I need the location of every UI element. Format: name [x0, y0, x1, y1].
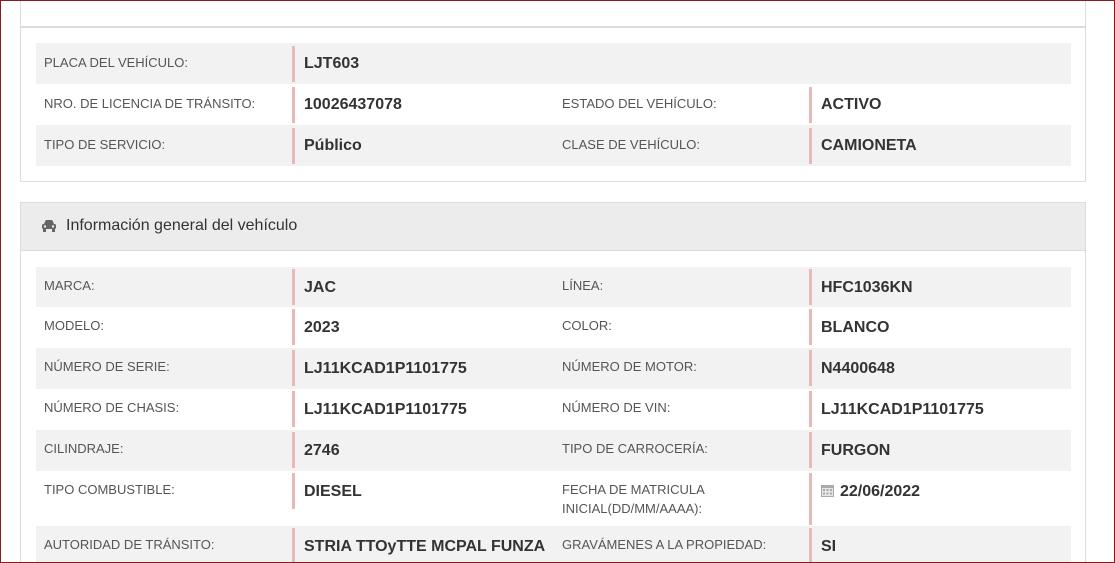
body-type-label: TIPO DE CARROCERÍA: [562, 441, 708, 456]
registration-date-field: 22/06/2022 [809, 473, 920, 525]
serial-number-label: NÚMERO DE SERIE: [44, 359, 170, 374]
engine-number-label: NÚMERO DE MOTOR: [562, 359, 697, 374]
license-label: NRO. DE LICENCIA DE TRÁNSITO: [44, 96, 256, 111]
table-row: TIPO DE SERVICIO: Público CLASE DE VEHÍC… [36, 125, 1071, 166]
calendar-icon [821, 485, 834, 497]
displacement-label: CILINDRAJE: [44, 441, 124, 456]
liens-value: SI [809, 528, 836, 562]
color-label: COLOR: [562, 318, 612, 333]
table-row: NÚMERO DE SERIE: LJ11KCAD1P1101775 NÚMER… [36, 348, 1071, 389]
table-row: AUTORIDAD DE TRÁNSITO: STRIA TTOyTTE MCP… [36, 526, 1071, 562]
model-value: 2023 [292, 309, 340, 345]
table-row: TIPO COMBUSTIBLE: DIESEL FECHA DE MATRIC… [36, 471, 1071, 526]
table-row: MODELO: 2023 COLOR: BLANCO [36, 307, 1071, 348]
table-row: PLACA DEL VEHÍCULO: LJT603 [36, 43, 1071, 84]
table-row: MARCA: JAC LÍNEA: HFC1036KN [36, 267, 1071, 307]
vehicle-status-label: ESTADO DEL VEHÍCULO: [562, 96, 717, 111]
service-type-value: Público [292, 128, 362, 164]
previous-panel-bottom [20, 1, 1086, 27]
plate-label: PLACA DEL VEHÍCULO: [44, 55, 189, 70]
fuel-type-label: TIPO COMBUSTIBLE: [44, 482, 175, 497]
serial-number-value: LJ11KCAD1P1101775 [292, 350, 467, 386]
model-label: MODELO: [44, 318, 104, 333]
brand-label: MARCA: [44, 278, 95, 293]
vehicle-status-value: ACTIVO [809, 87, 881, 123]
transit-authority-value: STRIA TTOyTTE MCPAL FUNZA [292, 528, 545, 562]
license-value: 10026437078 [292, 87, 402, 123]
body-type-value: FURGON [809, 432, 890, 468]
transit-authority-label: AUTORIDAD DE TRÁNSITO: [44, 537, 215, 552]
page-frame: PLACA DEL VEHÍCULO: LJT603 NRO. DE LICEN… [0, 0, 1115, 563]
brand-value: JAC [292, 269, 336, 305]
chassis-number-value: LJ11KCAD1P1101775 [292, 391, 467, 427]
vin-label: NÚMERO DE VIN: [562, 400, 671, 415]
chassis-number-label: NÚMERO DE CHASIS: [44, 400, 180, 415]
table-row: CILINDRAJE: 2746 TIPO DE CARROCERÍA: FUR… [36, 430, 1071, 471]
vin-value: LJ11KCAD1P1101775 [809, 391, 984, 427]
vehicle-class-value: CAMIONETA [809, 128, 917, 164]
liens-label: GRAVÁMENES A LA PROPIEDAD: [562, 537, 767, 552]
general-info-header[interactable]: Información general del vehículo [20, 202, 1086, 251]
engine-number-value: N4400648 [809, 350, 895, 386]
line-label: LÍNEA: [562, 278, 604, 293]
car-icon [42, 220, 56, 232]
vehicle-class-label: CLASE DE VEHÍCULO: [562, 137, 700, 152]
section-title: Información general del vehículo [66, 217, 298, 234]
color-value: BLANCO [809, 309, 889, 345]
displacement-value: 2746 [292, 432, 340, 468]
service-type-label: TIPO DE SERVICIO: [44, 137, 166, 152]
table-row: NRO. DE LICENCIA DE TRÁNSITO: 1002643707… [36, 84, 1071, 125]
fuel-type-value: DIESEL [292, 473, 362, 509]
registration-date-label: FECHA DE MATRICULA INICIAL(DD/MM/AAAA): [562, 482, 705, 516]
table-row: NÚMERO DE CHASIS: LJ11KCAD1P1101775 NÚME… [36, 389, 1071, 430]
registration-date-value: 22/06/2022 [840, 483, 921, 500]
plate-value: LJT603 [292, 46, 359, 82]
line-value: HFC1036KN [809, 269, 913, 305]
